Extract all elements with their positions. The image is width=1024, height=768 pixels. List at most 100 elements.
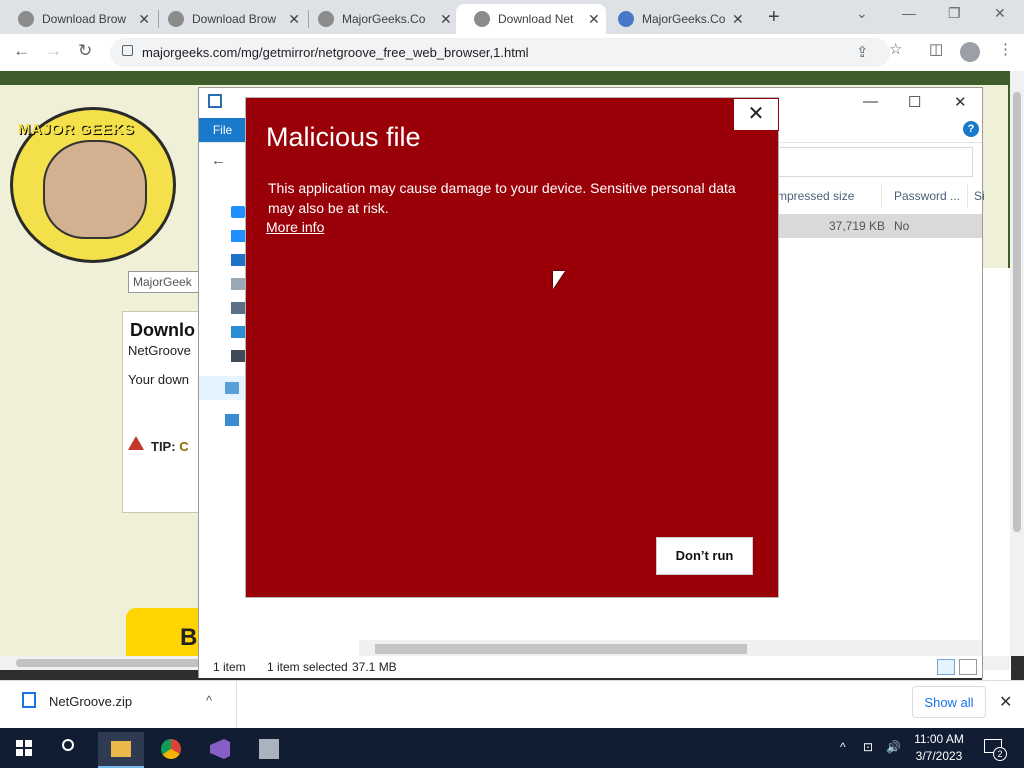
menu-icon[interactable]: ⋮ [998,40,1013,58]
tab-title: Download Net [498,12,574,26]
zip-folder-icon [208,94,222,108]
browser-tab[interactable]: MajorGeeks.Co ✕ [600,4,750,34]
installer-app[interactable] [246,732,292,768]
explorer-close-button[interactable]: ✕ [954,93,967,111]
browser-tab[interactable]: Download Brow ✕ [150,4,300,34]
status-size: 37.1 MB [352,660,397,674]
network-tray-icon[interactable]: ⊡ [863,740,873,754]
download-text: Your down [128,372,189,387]
tab-search-icon[interactable]: ⌄ [856,5,868,22]
browser-tab[interactable]: MajorGeeks.Co ✕ [300,4,452,34]
majorgeeks-favicon-icon [18,11,34,27]
banner-letter: B [180,624,198,651]
browser-tab-active[interactable]: Download Net ✕ [456,4,606,34]
mouse-cursor-icon [553,271,565,289]
chrome-app[interactable] [148,732,194,768]
minimize-button[interactable]: — [902,5,916,21]
tab-close-icon[interactable]: ✕ [732,11,744,28]
windows-start-icon[interactable] [16,740,32,756]
warning-icon [128,436,144,450]
column-compressed-size[interactable]: mpressed size [777,189,854,203]
star-icon[interactable]: ☆ [889,40,902,58]
search-button[interactable] [49,732,95,768]
tab-close-icon[interactable]: ✕ [440,11,452,28]
tab-title: Download Brow [42,12,127,26]
share-icon[interactable]: ⇪ [856,43,869,61]
explorer-minimize-button[interactable]: — [863,93,878,110]
column-size[interactable]: Si [974,189,985,203]
dialog-title: Malicious file [266,122,421,152]
tip-content: C [179,439,189,454]
downloads-close-icon[interactable]: ✕ [999,692,1012,712]
pictures-icon[interactable] [231,302,245,314]
desktop-icon[interactable] [231,230,245,242]
documents-icon[interactable] [231,278,245,290]
column-divider[interactable] [881,184,882,208]
globe-favicon-icon [618,11,634,27]
page-right-panel [982,268,1011,718]
page-scroll-thumb[interactable] [1013,92,1021,532]
download-item-name[interactable]: NetGroove.zip [49,694,132,709]
logo-text: MAJOR GEEKS [18,121,135,138]
sidebar-icon[interactable]: ◫ [929,40,943,58]
tip-label: TIP: [151,439,176,454]
network-icon[interactable] [225,414,239,426]
dialog-message: This application may cause damage to you… [268,180,736,216]
show-hidden-icons[interactable]: ^ [840,740,846,754]
column-divider[interactable] [967,184,968,208]
volume-icon[interactable]: 🔊 [886,740,901,754]
downloads-icon[interactable] [231,254,245,266]
tab-close-icon[interactable]: ✕ [588,11,600,28]
explorer-back-icon[interactable]: ← [211,152,226,169]
chrome-icon [161,739,181,759]
explorer-search-input[interactable] [771,147,973,177]
restore-button[interactable]: ❐ [948,5,961,22]
file-explorer-app[interactable] [98,732,144,768]
help-icon[interactable]: ? [963,121,979,137]
explorer-hscroll-thumb[interactable] [375,644,747,654]
file-tab[interactable]: File [199,118,246,142]
dont-run-button[interactable]: Don’t run [656,537,753,575]
profile-icon[interactable] [960,42,980,62]
windows-taskbar: ^ ⊡ 🔊 11:00 AM 3/7/2023 2 [0,728,1024,768]
quick-access-icon[interactable] [231,206,245,218]
tab-title: Download Brow [192,12,277,26]
music-icon[interactable] [231,326,245,338]
column-password[interactable]: Password ... [894,189,960,203]
notification-count: 2 [993,747,1007,761]
installer-icon [259,739,279,759]
search-icon [62,739,74,751]
address-bar[interactable]: majorgeeks.com/mg/getmirror/netgroove_fr… [110,38,890,67]
majorgeeks-favicon-icon [168,11,184,27]
download-subtitle: NetGroove [128,343,191,358]
browser-tab[interactable]: Download Brow ✕ [0,4,150,34]
cell-password: No [894,219,910,233]
dialog-close-button[interactable]: ✕ [733,98,779,131]
clock[interactable]: 11:00 AM 3/7/2023 [914,731,964,765]
new-tab-button[interactable]: + [768,6,780,29]
logo-mascot [43,140,147,239]
majorgeeks-favicon-icon [318,11,334,27]
tab-close-icon[interactable]: ✕ [288,11,300,28]
reload-button[interactable]: ↻ [78,41,92,61]
more-info-link[interactable]: More info [266,219,324,235]
explorer-maximize-button[interactable]: ☐ [908,93,921,111]
tab-title: MajorGeeks.Co [342,12,426,26]
large-icons-view-icon[interactable] [959,659,977,675]
back-button[interactable]: ← [13,41,30,61]
tab-strip: Download Brow ✕ Download Brow ✕ MajorGee… [0,0,1024,34]
url-text: majorgeeks.com/mg/getmirror/netgroove_fr… [142,45,529,60]
status-selected: 1 item selected [267,660,348,674]
show-all-button[interactable]: Show all [912,686,986,718]
close-window-button[interactable]: ✕ [994,5,1006,22]
status-item-count: 1 item [213,660,246,674]
majorgeeks-favicon-icon [474,11,490,27]
folder-icon [111,741,131,757]
videos-icon[interactable] [231,350,245,362]
tab-close-icon[interactable]: ✕ [138,11,150,28]
chevron-up-icon[interactable]: ^ [206,693,212,708]
details-view-icon[interactable] [937,659,955,675]
visual-studio-app[interactable] [197,732,243,768]
forward-button[interactable]: → [45,41,62,61]
clock-time: 11:00 AM [914,732,964,746]
